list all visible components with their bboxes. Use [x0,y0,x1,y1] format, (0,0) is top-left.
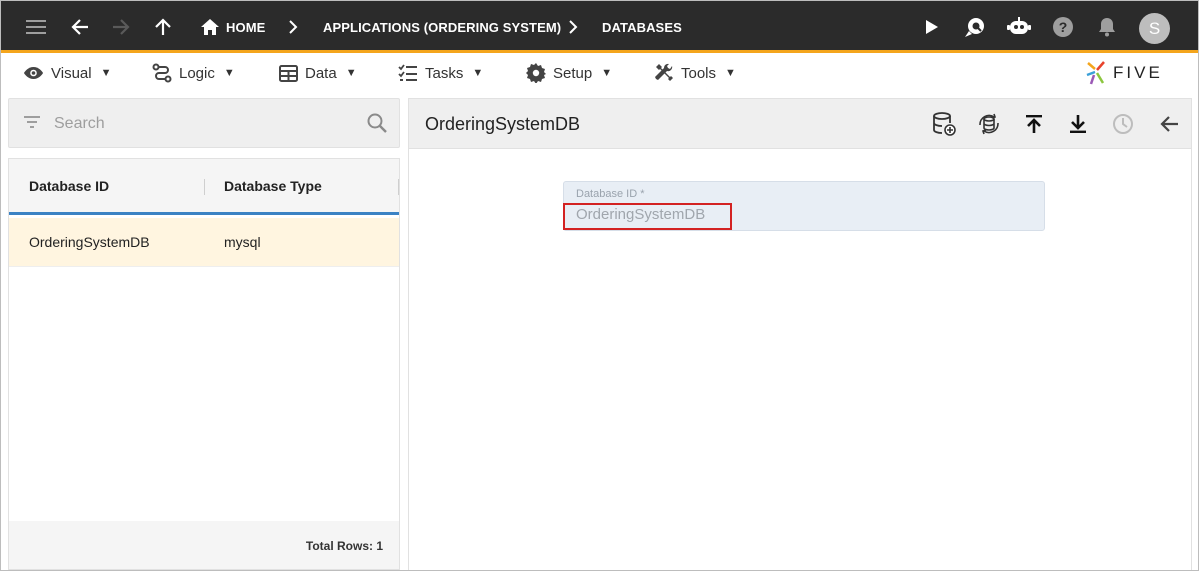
menu-visual[interactable]: Visual ▼ [23,62,111,84]
database-add-icon[interactable] [931,111,957,137]
list-footer: Total Rows: 1 [9,521,399,569]
menu-setup[interactable]: Setup ▼ [526,62,612,84]
menu-visual-label: Visual [51,64,92,82]
total-rows: Total Rows: 1 [305,539,383,553]
breadcrumb-databases: DATABASES [602,20,682,35]
search-bubble-icon[interactable] [963,15,987,39]
caret-down-icon: ▼ [345,67,357,79]
up-arrow-icon[interactable] [151,15,175,39]
caret-down-icon: ▼ [601,67,613,79]
five-logo: FIVE [1085,60,1163,86]
table-icon [279,64,298,82]
cell-database-type: mysql [224,234,261,250]
bell-icon[interactable] [1095,15,1119,39]
detail-panel: OrderingSystemDB Database ID * OrderingS… [408,98,1192,570]
play-icon[interactable] [920,15,944,39]
menu-logic[interactable]: Logic ▼ [152,62,235,84]
column-divider [398,179,399,195]
top-app-bar: HOME APPLICATIONS (ORDERING SYSTEM) DATA… [1,1,1198,53]
caret-down-icon: ▼ [100,67,112,79]
column-divider [204,179,205,195]
tools-icon [655,63,673,81]
list-header: Database ID Database Type [9,159,399,215]
home-icon[interactable] [198,15,222,39]
forward-arrow-icon[interactable] [109,15,133,39]
chat-bot-icon[interactable] [1007,15,1031,39]
cell-database-id: OrderingSystemDB [29,234,150,250]
menu-tools[interactable]: Tools ▼ [654,62,736,84]
app-window: HOME APPLICATIONS (ORDERING SYSTEM) DATA… [0,0,1199,571]
eye-icon [24,67,43,79]
menu-tasks-label: Tasks [425,64,464,82]
column-header-database-type[interactable]: Database Type [224,178,322,194]
search-icon[interactable] [366,112,388,139]
column-header-database-id[interactable]: Database ID [29,178,109,194]
menu-logic-label: Logic [179,64,215,82]
menu-setup-label: Setup [553,64,593,82]
search-input[interactable]: Search [54,115,105,133]
logic-icon [152,63,172,83]
caret-down-icon: ▼ [472,67,484,79]
caret-down-icon: ▼ [725,67,736,79]
upload-icon[interactable] [1021,111,1047,137]
back-icon[interactable] [1156,111,1182,137]
breadcrumb-home[interactable]: HOME [226,20,265,35]
chevron-right-icon [563,15,583,39]
record-title: OrderingSystemDB [425,114,581,134]
database-list: Database ID Database Type OrderingSystem… [8,158,400,570]
caret-down-icon: ▼ [223,67,235,79]
svg-text:?: ? [1059,19,1068,35]
five-logo-text: FIVE [1113,63,1163,82]
gear-icon [526,63,546,83]
breadcrumb-applications[interactable]: APPLICATIONS (ORDERING SYSTEM) [323,20,561,35]
help-icon[interactable]: ? [1051,15,1075,39]
table-row[interactable]: OrderingSystemDB mysql [9,218,399,267]
menu-icon[interactable] [24,15,48,39]
database-id-label: Database ID * [576,188,645,200]
menu-tools-label: Tools [681,64,717,82]
menu-bar: Visual ▼ Logic ▼ Data ▼ Tasks ▼ Setup ▼ … [1,56,1198,91]
history-icon[interactable] [1110,111,1136,137]
database-sync-icon[interactable] [976,111,1002,137]
highlight-box [563,203,732,230]
five-logo-icon [1086,61,1105,85]
back-arrow-icon[interactable] [68,15,92,39]
search-bar[interactable]: Search [8,98,400,148]
menu-data[interactable]: Data ▼ [279,62,357,84]
avatar[interactable]: S [1139,13,1170,44]
chevron-right-icon [283,15,303,39]
menu-data-label: Data [305,64,337,82]
tasks-icon [398,64,417,81]
download-icon[interactable] [1065,111,1091,137]
detail-header: OrderingSystemDB [409,99,1191,149]
filter-icon[interactable] [22,112,42,137]
menu-tasks[interactable]: Tasks ▼ [398,62,483,84]
